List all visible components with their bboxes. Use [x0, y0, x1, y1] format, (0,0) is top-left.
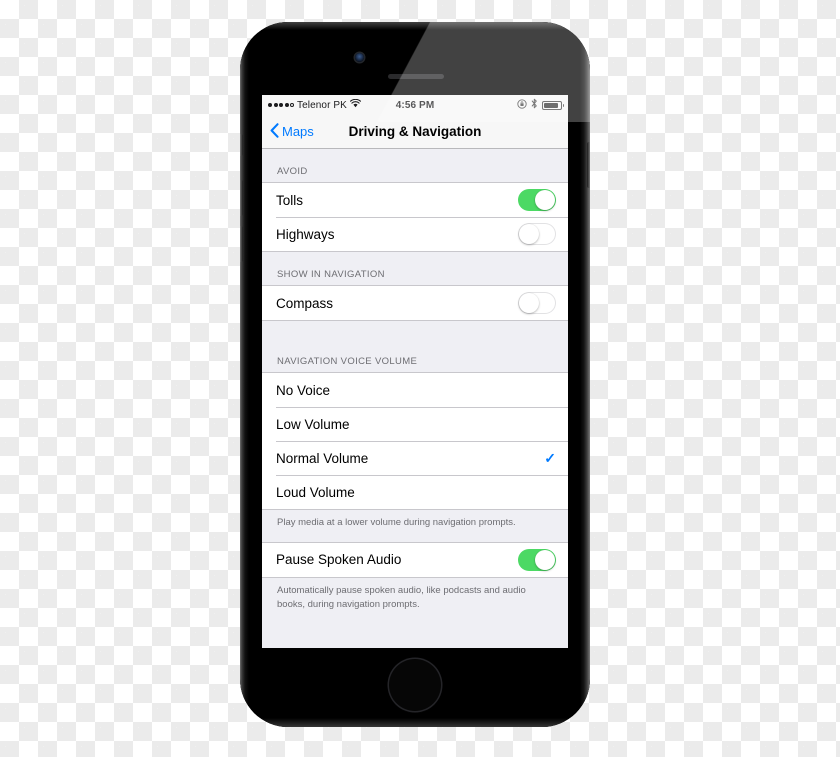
wifi-icon — [349, 98, 361, 111]
settings-group-avoid: Tolls Highways — [262, 182, 568, 252]
row-normal-volume[interactable]: Normal Volume ✓ — [262, 441, 568, 475]
earpiece-speaker — [388, 74, 444, 79]
status-bar-right — [517, 98, 564, 112]
phone-screen: Telenor PK 4:56 PM Maps Driving & Naviga… — [262, 95, 568, 648]
toggle-knob — [535, 549, 555, 570]
row-pause-spoken-audio[interactable]: Pause Spoken Audio — [262, 542, 568, 577]
row-no-voice[interactable]: No Voice — [262, 373, 568, 407]
status-bar-left: Telenor PK — [268, 98, 361, 111]
home-button[interactable] — [389, 659, 441, 711]
mute-switch-button[interactable] — [240, 134, 243, 156]
row-loud-volume[interactable]: Loud Volume — [262, 475, 568, 509]
battery-icon — [542, 100, 564, 110]
row-compass[interactable]: Compass — [262, 286, 568, 320]
cellular-signal-icon — [268, 103, 294, 107]
row-label: No Voice — [276, 382, 331, 398]
toggle-tolls[interactable] — [518, 189, 556, 211]
volume-down-button[interactable] — [240, 226, 243, 262]
bluetooth-icon — [531, 98, 538, 112]
transparency-canvas: Telenor PK 4:56 PM Maps Driving & Naviga… — [0, 0, 840, 757]
power-button[interactable] — [587, 142, 590, 188]
row-label: Normal Volume — [276, 450, 369, 466]
settings-group-show-in-navigation: Compass — [262, 285, 568, 321]
navigation-bar: Maps Driving & Navigation — [262, 115, 568, 149]
row-label: Compass — [276, 295, 334, 311]
section-header-navigation-voice-volume: NAVIGATION VOICE VOLUME — [277, 356, 418, 367]
front-camera-icon — [355, 53, 364, 62]
carrier-label: Telenor PK — [297, 99, 347, 111]
toggle-knob — [535, 190, 555, 210]
toggle-pause-spoken-audio[interactable] — [518, 548, 556, 571]
section-header-avoid: AVOID — [277, 166, 308, 177]
row-label: Tolls — [276, 192, 304, 208]
row-label: Highways — [276, 226, 335, 242]
footer-note-pause-spoken-audio: Automatically pause spoken audio, like p… — [277, 584, 526, 610]
toggle-highways[interactable] — [518, 223, 556, 245]
status-bar: Telenor PK 4:56 PM — [262, 95, 568, 115]
back-button-maps[interactable]: Maps — [270, 122, 314, 141]
toggle-compass[interactable] — [518, 292, 556, 314]
checkmark-icon: ✓ — [544, 450, 556, 466]
row-low-volume[interactable]: Low Volume — [262, 407, 568, 441]
row-label: Pause Spoken Audio — [276, 552, 402, 568]
chevron-left-icon — [270, 122, 279, 141]
settings-group-pause-spoken-audio: Pause Spoken Audio — [262, 541, 568, 578]
volume-up-button[interactable] — [240, 180, 243, 216]
iphone-device: Telenor PK 4:56 PM Maps Driving & Naviga… — [240, 22, 590, 727]
row-tolls[interactable]: Tolls — [262, 183, 568, 217]
footer-note-voice-volume: Play media at a lower volume during navi… — [277, 517, 516, 528]
section-header-show-in-navigation: SHOW IN NAVIGATION — [277, 269, 385, 280]
row-highways[interactable]: Highways — [262, 217, 568, 251]
row-label: Low Volume — [276, 416, 350, 432]
toggle-knob — [519, 293, 539, 313]
back-button-label: Maps — [282, 124, 314, 139]
settings-group-voice-volume: No Voice Low Volume Normal Volume ✓ Loud… — [262, 372, 568, 510]
settings-list[interactable]: AVOID Tolls Highways SHOW IN NAVIGATION — [262, 149, 568, 648]
row-label: Loud Volume — [276, 484, 355, 500]
rotation-lock-icon — [517, 98, 527, 112]
toggle-knob — [519, 224, 539, 244]
